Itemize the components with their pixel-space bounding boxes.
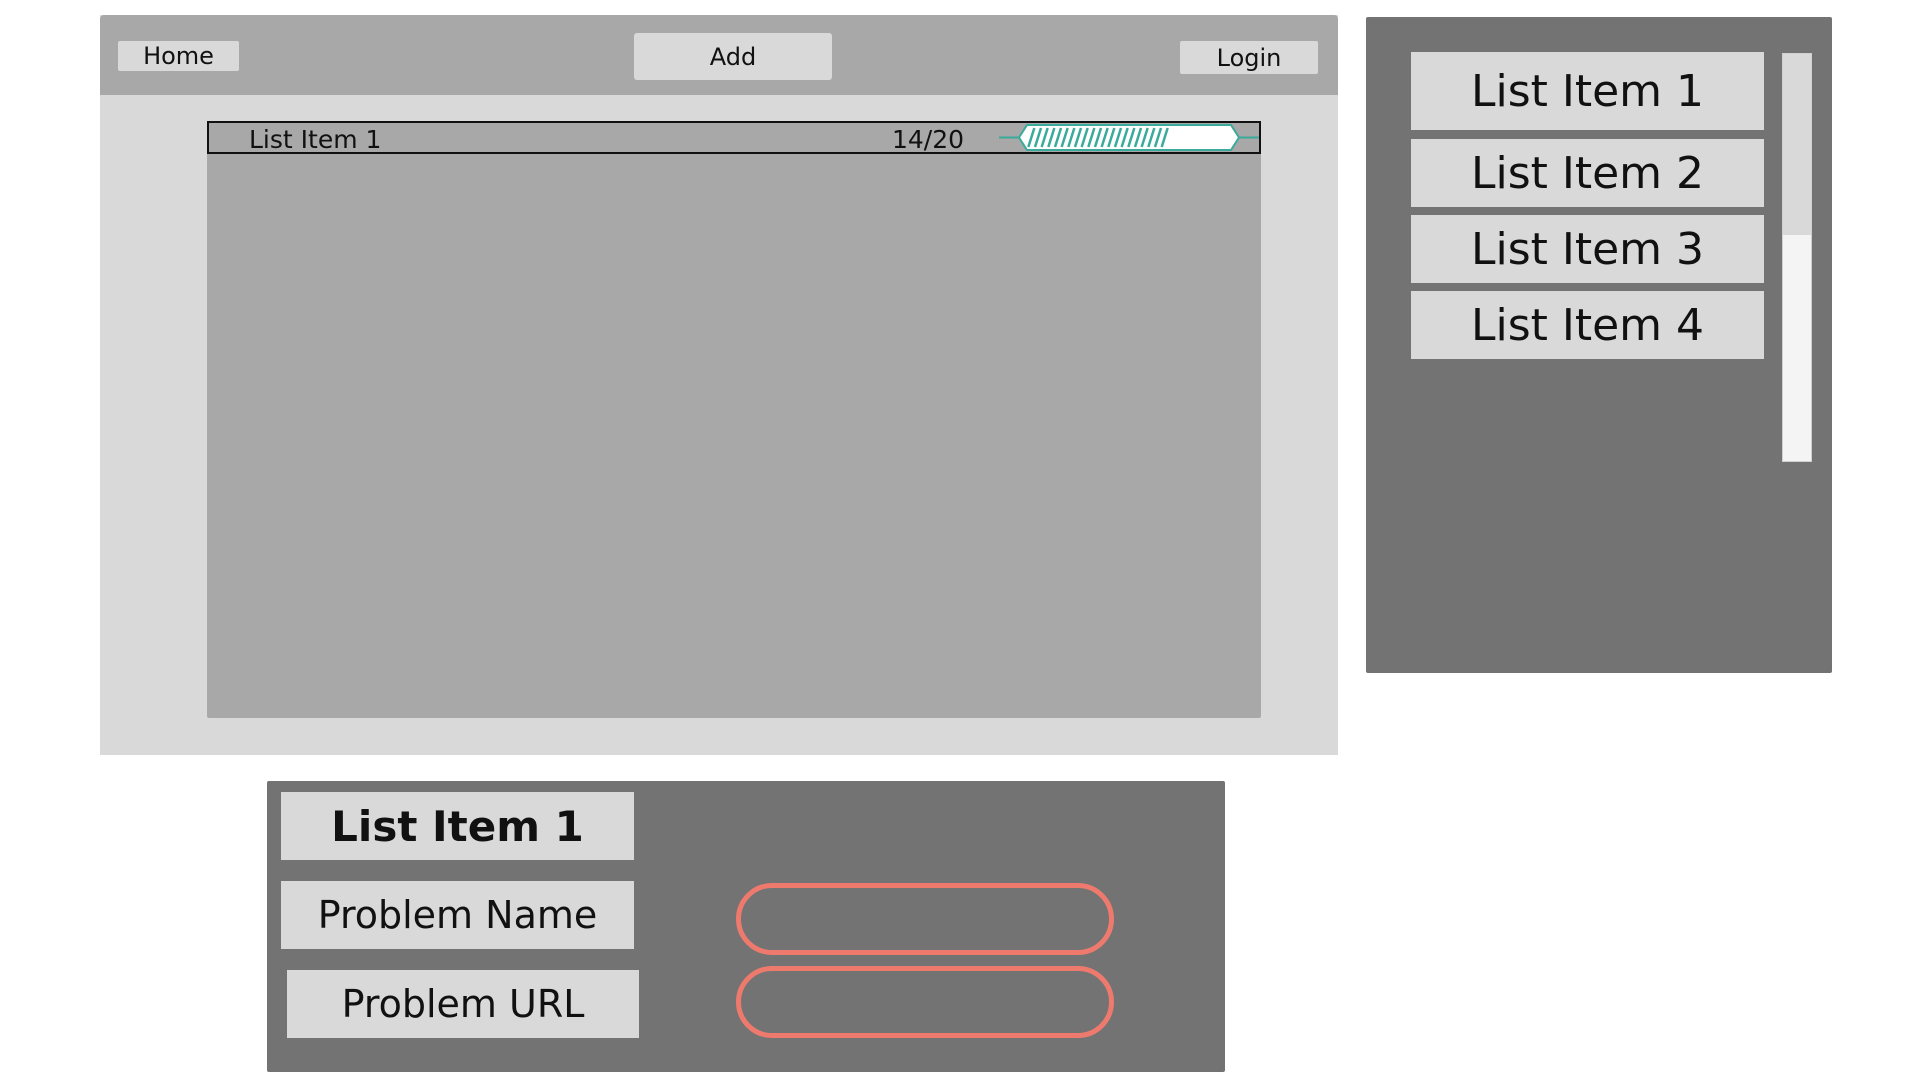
sidebar-item-list-item-3[interactable]: List Item 3 — [1411, 215, 1764, 283]
row-title: List Item 1 — [249, 125, 382, 154]
problem-url-label: Problem URL — [287, 970, 639, 1038]
home-button[interactable]: Home — [118, 41, 239, 71]
sidebar-item-list-item-4[interactable]: List Item 4 — [1411, 291, 1764, 359]
add-button[interactable]: Add — [634, 33, 832, 80]
content-panel — [207, 121, 1261, 718]
form-title: List Item 1 — [281, 792, 634, 860]
problem-url-input[interactable] — [736, 966, 1114, 1038]
list-item-row[interactable]: List Item 1 14/20 — [207, 121, 1261, 154]
login-button[interactable]: Login — [1180, 41, 1318, 74]
sidebar-scrollbar-thumb[interactable] — [1783, 54, 1811, 235]
progress-bar — [999, 124, 1259, 151]
problem-name-input[interactable] — [736, 883, 1114, 955]
sidebar-item-list-item-2[interactable]: List Item 2 — [1411, 139, 1764, 207]
row-progress-count: 14/20 — [892, 125, 965, 154]
problem-name-label: Problem Name — [281, 881, 634, 949]
sidebar-item-list-item-1[interactable]: List Item 1 — [1411, 52, 1764, 130]
